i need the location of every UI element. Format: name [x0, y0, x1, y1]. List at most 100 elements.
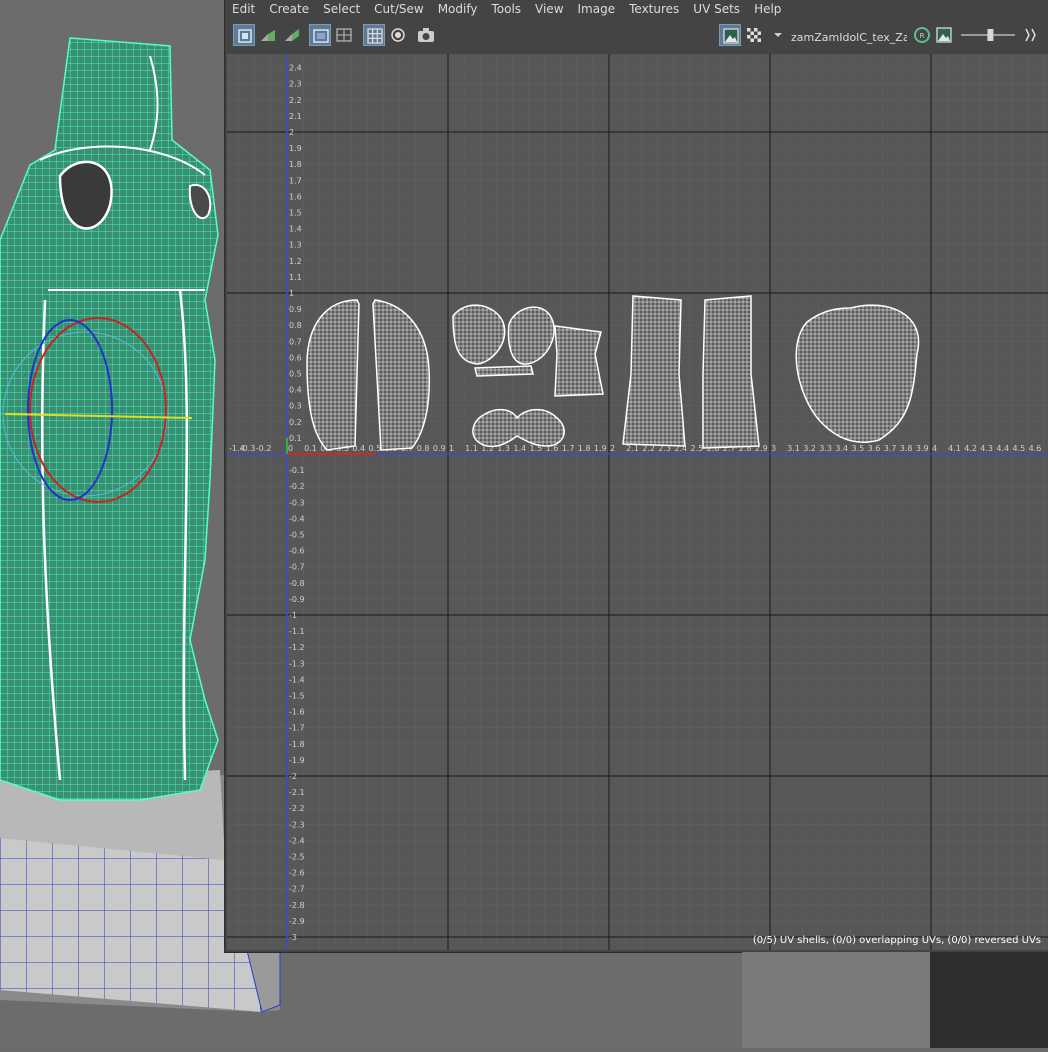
v-tick-label: -1.8 — [289, 740, 305, 749]
u-tick-label: 4.1 — [948, 444, 961, 453]
menu-tools[interactable]: Tools — [484, 0, 528, 18]
v-tick-label: -0.8 — [289, 579, 305, 588]
checker-tiles-icon[interactable] — [743, 24, 765, 46]
menu-help[interactable]: Help — [747, 0, 788, 18]
u-tick-label: 1.7 — [562, 444, 575, 453]
pixel-snap-icon[interactable] — [387, 24, 409, 46]
isolate-select-icon[interactable] — [309, 24, 331, 46]
v-tick-label: -3 — [289, 933, 297, 942]
menu-select[interactable]: Select — [316, 0, 367, 18]
v-tick-label: -0.7 — [289, 563, 305, 572]
u-tick-label: 4.2 — [964, 444, 977, 453]
u-tick-label: 3.4 — [835, 444, 848, 453]
frame-all-icon[interactable] — [333, 24, 355, 46]
v-tick-label: -0.5 — [289, 531, 305, 540]
v-tick-label: 2.1 — [289, 112, 302, 121]
v-tick-label: -2 — [289, 772, 297, 781]
exposure-slider[interactable] — [959, 24, 1017, 46]
v-tick-label: -2.8 — [289, 901, 305, 910]
v-tick-label: -1.9 — [289, 756, 305, 765]
flip-u-icon[interactable] — [257, 24, 279, 46]
v-tick-label: 0.1 — [289, 434, 302, 443]
v-tick-label: 0.3 — [289, 402, 302, 411]
v-tick-label: 0.5 — [289, 370, 302, 379]
v-tick-label: -2.5 — [289, 853, 305, 862]
u-tick-label: 1.9 — [594, 444, 607, 453]
v-tick-label: 0.4 — [289, 386, 302, 395]
v-tick-label: 2.3 — [289, 80, 302, 89]
menu-image[interactable]: Image — [571, 0, 623, 18]
menu-view[interactable]: View — [528, 0, 570, 18]
u-tick-label: 3.6 — [868, 444, 881, 453]
u-tick-label: 0.9 — [433, 444, 446, 453]
v-tick-label: -1.7 — [289, 724, 305, 733]
v-tick-label: -2.2 — [289, 804, 305, 813]
flip-v-icon[interactable] — [281, 24, 303, 46]
menu-edit[interactable]: Edit — [225, 0, 262, 18]
v-tick-label: -2.4 — [289, 836, 305, 845]
v-tick-label: 1.8 — [289, 160, 302, 169]
u-tick-label: 1 — [449, 444, 454, 453]
v-tick-label: 0.6 — [289, 353, 302, 362]
v-tick-label: -1 — [289, 611, 297, 620]
v-tick-label: 2.2 — [289, 96, 302, 105]
v-tick-label: -1.6 — [289, 708, 305, 717]
v-tick-label: -0.4 — [289, 514, 305, 523]
v-tick-label: 1.1 — [289, 273, 302, 282]
u-tick-label: 2.1 — [626, 444, 639, 453]
svg-text:R: R — [920, 32, 925, 40]
menu-modify[interactable]: Modify — [431, 0, 485, 18]
u-tick-label: 3.1 — [787, 444, 800, 453]
u-tick-label: -0.3 — [240, 444, 256, 453]
v-tick-label: -0.1 — [289, 466, 305, 475]
u-tick-label: 3.3 — [819, 444, 832, 453]
v-tick-label: -0.9 — [289, 595, 305, 604]
v-tick-label: 1.7 — [289, 176, 302, 185]
v-tick-label: -1.3 — [289, 659, 305, 668]
u-tick-label: 1.1 — [465, 444, 478, 453]
u-tick-label: 3.8 — [900, 444, 913, 453]
v-tick-label: -1.5 — [289, 692, 305, 701]
display-image-icon[interactable] — [719, 24, 741, 46]
v-tick-label: -0.6 — [289, 547, 305, 556]
texture-dropdown-arrow-icon[interactable] — [767, 24, 782, 46]
shell-select-icon[interactable] — [233, 24, 255, 46]
u-tick-label: 1.8 — [578, 444, 591, 453]
exposure-slider-knob — [987, 29, 994, 41]
u-tick-label: 4.3 — [980, 444, 993, 453]
u-tick-label: 3.2 — [803, 444, 816, 453]
texture-name-label[interactable]: zamZamIdolC_tex_Zam — [791, 31, 907, 44]
v-tick-label: 0.8 — [289, 321, 302, 330]
menu-uv-sets[interactable]: UV Sets — [686, 0, 747, 18]
gamma-toggle-icon[interactable] — [1019, 24, 1039, 46]
v-tick-label: 0.7 — [289, 337, 302, 346]
uv-menu-bar: Edit Create Select Cut/Sew Modify Tools … — [225, 0, 1048, 18]
grid-toggle-icon[interactable] — [363, 24, 385, 46]
background-panel-dark — [930, 952, 1048, 1048]
uv-canvas[interactable]: -1.4-0.3-0.200.10.20.30.40.50.60.70.80.9… — [227, 54, 1048, 950]
v-tick-label: 0.9 — [289, 305, 302, 314]
u-tick-label: 2.5 — [691, 444, 704, 453]
u-tick-label: 4.4 — [996, 444, 1009, 453]
u-tick-label: 3 — [771, 444, 776, 453]
menu-create[interactable]: Create — [262, 0, 316, 18]
v-tick-label: 1.5 — [289, 209, 302, 218]
menu-cut-sew[interactable]: Cut/Sew — [367, 0, 431, 18]
v-tick-label: -1.2 — [289, 643, 305, 652]
v-tick-label: 1.2 — [289, 257, 302, 266]
v-tick-label: -2.7 — [289, 885, 305, 894]
v-tick-label: 1.3 — [289, 241, 302, 250]
snapshot-icon[interactable] — [415, 24, 437, 46]
refresh-texture-icon[interactable]: R — [911, 24, 933, 46]
image-view-icon[interactable] — [933, 24, 955, 46]
u-tick-label: 3.7 — [884, 444, 897, 453]
v-tick-label: 2.4 — [289, 64, 302, 73]
u-tick-label: 1.4 — [513, 444, 526, 453]
u-tick-label: 0.5 — [369, 444, 382, 453]
v-tick-label: 2 — [289, 128, 294, 137]
u-tick-label: 0 — [288, 444, 293, 453]
v-tick-label: -1.1 — [289, 627, 305, 636]
menu-textures[interactable]: Textures — [622, 0, 686, 18]
v-tick-label: -2.1 — [289, 788, 305, 797]
v-tick-label: -2.9 — [289, 917, 305, 926]
